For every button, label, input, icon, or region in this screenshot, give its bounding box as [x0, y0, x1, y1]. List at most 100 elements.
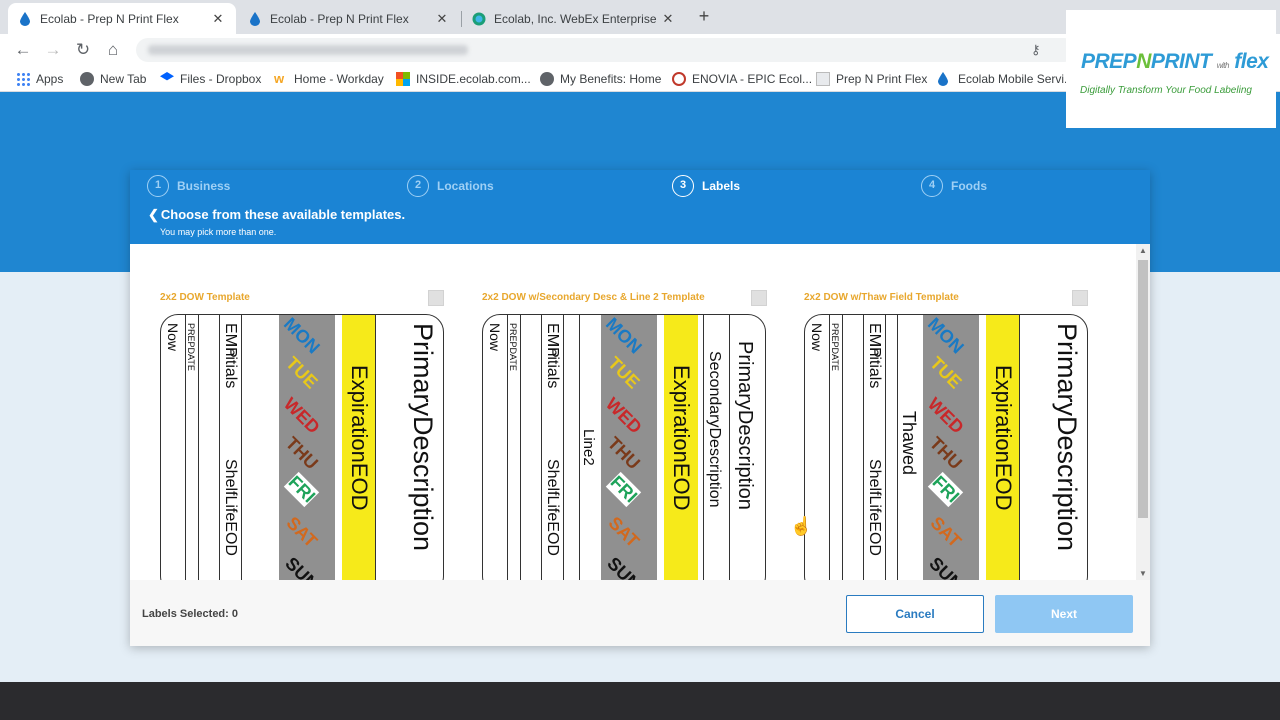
wizard-step-locations[interactable]: 2 Locations [407, 175, 494, 197]
cancel-button[interactable]: Cancel [846, 595, 984, 633]
bookmark-label: Ecolab Mobile Servi... [958, 72, 1075, 86]
browser-tab-2[interactable]: Ecolab - Prep N Print Flex ✕ [238, 3, 460, 34]
close-tab-icon[interactable]: ✕ [210, 11, 226, 27]
expiration-field: ExpirationEOD [347, 365, 372, 511]
day-wed: WED [923, 393, 968, 438]
day-thu: THU [925, 432, 967, 474]
bookmark-new-tab[interactable]: New Tab [80, 71, 146, 87]
chevron-left-icon[interactable]: ❮ [148, 207, 159, 222]
template-wizard-modal: 1 Business 2 Locations 3 Labels 4 Foods … [130, 170, 1150, 646]
template-preview-2[interactable]: Now PREPDATE EMP Initials ShelfLifeEOD L… [482, 314, 766, 580]
bookmark-inside-ecolab[interactable]: INSIDE.ecolab.com... [396, 71, 531, 87]
day-sat: SAT [604, 512, 644, 552]
template-preview-3[interactable]: Now PREPDATE EMP Initials ShelfLifeEOD T… [804, 314, 1088, 580]
bookmark-workday[interactable]: w Home - Workday [274, 71, 384, 87]
day-sun: SUN [603, 553, 645, 580]
day-sun: SUN [925, 553, 967, 580]
step-label: Foods [951, 179, 987, 193]
template-preview-1[interactable]: Now PREPDATE EMP Initials ShelfLifeEOD M… [160, 314, 444, 580]
day-mon: MON [601, 315, 646, 358]
now-field: Now [487, 323, 503, 352]
divider [703, 315, 704, 580]
hand-cursor-icon: ☝ [790, 516, 813, 536]
scroll-down-arrow-icon[interactable]: ▼ [1138, 569, 1148, 578]
template-title: 2x2 DOW w/Secondary Desc & Line 2 Templa… [482, 292, 705, 303]
line2-field: Line2 [580, 429, 597, 466]
day-tue: TUE [282, 352, 322, 393]
scrollbar-thumb[interactable] [1138, 260, 1148, 518]
now-field: Now [809, 323, 825, 352]
primary-description-field: PrimaryDescription [408, 323, 438, 552]
template-checkbox[interactable] [428, 290, 444, 306]
bookmark-label: Prep N Print Flex [836, 72, 928, 86]
bookmark-label: INSIDE.ecolab.com... [416, 72, 531, 86]
day-sat: SAT [282, 512, 322, 552]
divider [241, 315, 242, 580]
reload-icon[interactable]: ↻ [72, 39, 94, 61]
close-tab-icon[interactable]: ✕ [660, 11, 676, 27]
template-checkbox[interactable] [751, 290, 767, 306]
scroll-up-arrow-icon[interactable]: ▲ [1138, 246, 1148, 255]
browser-tab-3[interactable]: Ecolab, Inc. WebEx Enterprise Site ✕ [462, 3, 686, 34]
browser-tab-1[interactable]: Ecolab - Prep N Print Flex ✕ [8, 3, 236, 34]
divider [198, 315, 199, 580]
step-number: 4 [921, 175, 943, 197]
step-label: Business [177, 179, 231, 193]
close-tab-icon[interactable]: ✕ [434, 11, 450, 27]
wizard-step-business[interactable]: 1 Business [147, 175, 230, 197]
day-tue: TUE [604, 352, 644, 393]
key-icon[interactable]: ⚷ [1031, 42, 1041, 58]
next-button[interactable]: Next [995, 595, 1133, 633]
wizard-title-text: Choose from these available templates. [160, 207, 406, 222]
windows-logo-icon [396, 72, 410, 86]
day-fri: FRI [283, 471, 320, 508]
tab-title: Ecolab - Prep N Print Flex [40, 11, 179, 26]
day-of-week-column: MON TUE WED THU FRI SAT SUN [601, 315, 657, 580]
divider [842, 315, 843, 580]
day-sat: SAT [926, 512, 966, 552]
day-of-week-column: MON TUE WED THU FRI SAT SUN [923, 315, 979, 580]
divider [541, 315, 542, 580]
day-sun: SUN [281, 553, 323, 580]
enovia-icon [672, 72, 686, 86]
divider [1019, 315, 1020, 580]
day-fri: FRI [927, 471, 964, 508]
wizard-header: 1 Business 2 Locations 3 Labels 4 Foods … [130, 170, 1150, 244]
divider [885, 315, 886, 580]
workday-icon: w [274, 71, 285, 86]
home-icon[interactable]: ⌂ [102, 39, 124, 61]
address-bar[interactable] [136, 38, 1076, 62]
globe-icon [80, 72, 94, 86]
bookmark-apps[interactable]: Apps [16, 71, 63, 87]
day-of-week-column: MON TUE WED THU FRI SAT SUN [279, 315, 335, 580]
thawed-field: Thawed [899, 411, 919, 476]
back-arrow-icon[interactable]: ← [12, 39, 34, 61]
vertical-scrollbar[interactable]: ▲ ▼ [1136, 244, 1150, 580]
bookmark-label: Home - Workday [294, 72, 384, 86]
initials-field: Initials [222, 343, 239, 389]
template-list: 2x2 DOW Template Now PREPDATE EMP Initia… [130, 244, 1150, 580]
step-number: 1 [147, 175, 169, 197]
step-number: 3 [672, 175, 694, 197]
bookmark-my-benefits[interactable]: My Benefits: Home [540, 71, 661, 87]
shelflife-field: ShelfLifeEOD [866, 459, 883, 556]
expiration-column: ExpirationEOD [342, 315, 376, 580]
droplet-icon [938, 72, 952, 86]
bookmark-enovia[interactable]: ENOVIA - EPIC Ecol... [672, 71, 812, 87]
droplet-icon [18, 11, 32, 26]
bookmark-ecolab-mobile[interactable]: Ecolab Mobile Servi... [938, 71, 1074, 87]
wizard-step-foods[interactable]: 4 Foods [921, 175, 987, 197]
wizard-step-labels[interactable]: 3 Labels [672, 175, 740, 197]
wizard-title[interactable]: ❮ Choose from these available templates. [148, 207, 405, 223]
shelflife-field: ShelfLifeEOD [544, 459, 561, 556]
bookmark-prep-n-print[interactable]: Prep N Print Flex [816, 71, 927, 87]
logo-wordmark: PREPNPRINT with flex [1081, 50, 1269, 73]
new-tab-button[interactable]: + [694, 6, 714, 26]
template-checkbox[interactable] [1072, 290, 1088, 306]
primary-description-field: PrimaryDescription [1052, 323, 1082, 552]
step-label: Labels [702, 179, 741, 193]
bookmark-label: Apps [36, 72, 64, 86]
primary-description-field: PrimaryDescription [734, 341, 756, 510]
bookmark-dropbox[interactable]: Files - Dropbox [160, 71, 261, 87]
forward-arrow-icon[interactable]: → [42, 39, 64, 61]
